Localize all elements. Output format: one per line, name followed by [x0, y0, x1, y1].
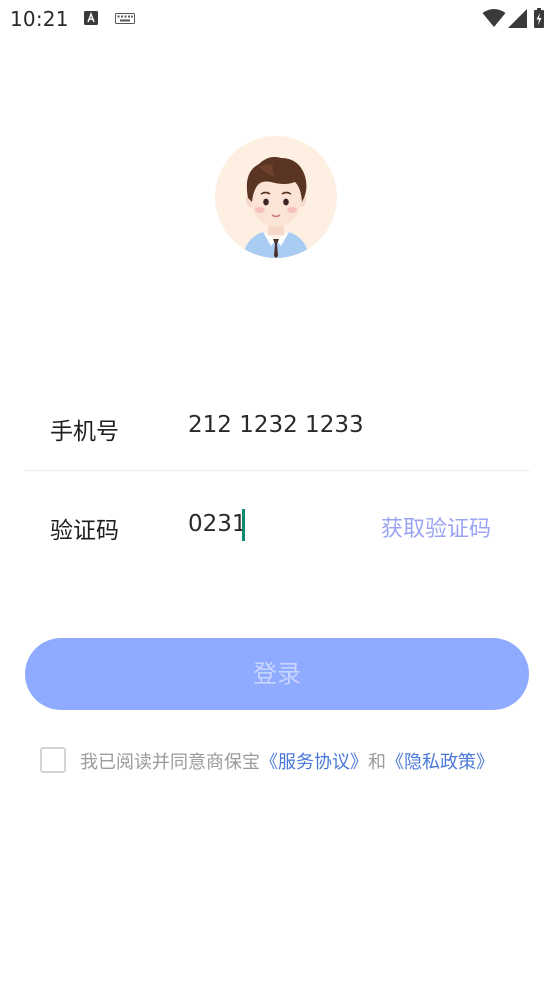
privacy-policy-link[interactable]: 《隐私政策》 — [386, 752, 494, 773]
phone-label: 手机号 — [50, 419, 119, 445]
agreement-text: 我已阅读并同意商保宝《服务协议》和《隐私政策》 — [80, 748, 494, 774]
agreement-checkbox[interactable] — [40, 747, 66, 773]
status-icons-right — [482, 6, 544, 30]
avatar — [215, 136, 337, 258]
get-verification-code-button[interactable]: 获取验证码 — [381, 511, 491, 543]
status-bar: 10:21 — [0, 0, 554, 38]
divider — [24, 470, 530, 471]
service-agreement-link[interactable]: 《服务协议》 — [260, 752, 368, 773]
a-icon — [84, 11, 98, 25]
wifi-icon — [482, 9, 506, 27]
cell-signal-icon — [508, 9, 527, 28]
agreement-connector: 和 — [368, 752, 386, 773]
battery-charging-icon — [534, 8, 544, 28]
text-caret — [242, 509, 245, 541]
phone-input[interactable]: 212 1232 1233 — [188, 412, 364, 438]
login-button[interactable]: 登录 — [25, 638, 529, 710]
keyboard-icon — [115, 13, 135, 24]
verification-code-label: 验证码 — [50, 518, 119, 544]
agreement-prefix: 我已阅读并同意商保宝 — [80, 752, 260, 773]
verification-code-input[interactable]: 0231 — [188, 511, 247, 537]
status-time: 10:21 — [10, 7, 69, 31]
avatar-illustration — [215, 136, 337, 258]
